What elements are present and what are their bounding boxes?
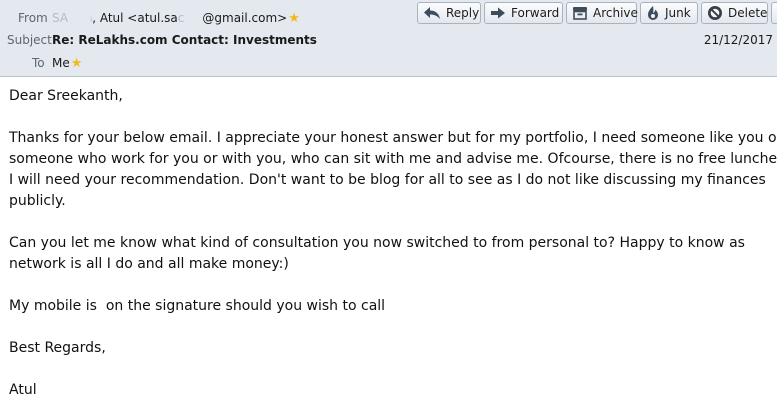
archive-button[interactable]: Archive xyxy=(566,2,638,24)
from-name-visible: , Atul <atul.sa xyxy=(92,11,178,25)
junk-button[interactable]: Junk xyxy=(640,2,698,24)
closing: Best Regards, xyxy=(9,340,106,356)
body-line: Thanks for your below email. I appreciat… xyxy=(9,130,777,146)
forward-arrow-icon xyxy=(490,7,506,19)
reply-label: Reply xyxy=(446,6,480,20)
reply-button[interactable]: Reply xyxy=(417,2,481,24)
junk-flame-icon xyxy=(646,5,660,21)
forward-button[interactable]: Forward xyxy=(484,2,563,24)
reply-arrow-icon xyxy=(423,6,441,20)
subject-value: Re: ReLakhs.com Contact: Investments xyxy=(52,33,317,47)
from-label: From xyxy=(18,11,48,25)
archive-label: Archive xyxy=(593,6,638,20)
from-value[interactable]: SA ᵢ, Atul <atul.sac @gmail.com>★ xyxy=(52,11,300,26)
delete-circle-icon xyxy=(707,5,723,21)
from-email-redacted: c xyxy=(177,11,185,25)
to-label: To xyxy=(32,56,45,70)
delete-label: Delete xyxy=(728,6,768,20)
from-email-tail: @gmail.com> xyxy=(202,11,288,25)
body-line: network is all I do and all make money:) xyxy=(9,256,289,272)
message-body: Dear Sreekanth, Thanks for your below em… xyxy=(9,86,777,408)
email-viewer-window: From SA ᵢ, Atul <atul.sac @gmail.com>★ Rep… xyxy=(0,0,777,408)
body-paragraph-3: My mobile is on the signature should you… xyxy=(9,298,386,314)
body-paragraph-1: Thanks for your below email. I appreciat… xyxy=(9,128,777,212)
from-name-redacted: SA xyxy=(52,11,69,25)
archive-box-icon xyxy=(572,6,588,20)
body-line: someone who work for you or with you, wh… xyxy=(9,151,777,167)
message-header-pane: From SA ᵢ, Atul <atul.sac @gmail.com>★ Rep… xyxy=(0,0,777,77)
body-paragraph-2: Can you let me know what kind of consult… xyxy=(9,233,777,275)
star-icon[interactable]: ★ xyxy=(288,11,300,26)
to-recipient: Me xyxy=(52,56,70,70)
delete-button[interactable]: Delete xyxy=(701,2,768,24)
forward-label: Forward xyxy=(511,6,560,20)
body-line: I will need your recommendation. Don't w… xyxy=(9,172,766,188)
junk-label: Junk xyxy=(665,6,691,20)
message-toolbar: Reply Forward Archive Junk Delete xyxy=(417,2,777,24)
more-actions-button[interactable] xyxy=(771,2,777,24)
body-line: Can you let me know what kind of consult… xyxy=(9,235,745,251)
signature: Atul xyxy=(9,382,37,398)
body-line: publicly. xyxy=(9,193,66,209)
subject-label: Subject xyxy=(7,33,52,47)
message-date: 21/12/2017 xyxy=(703,33,773,47)
greeting: Dear Sreekanth, xyxy=(9,88,123,104)
to-value[interactable]: Me★ xyxy=(52,56,82,71)
star-icon[interactable]: ★ xyxy=(71,56,83,71)
